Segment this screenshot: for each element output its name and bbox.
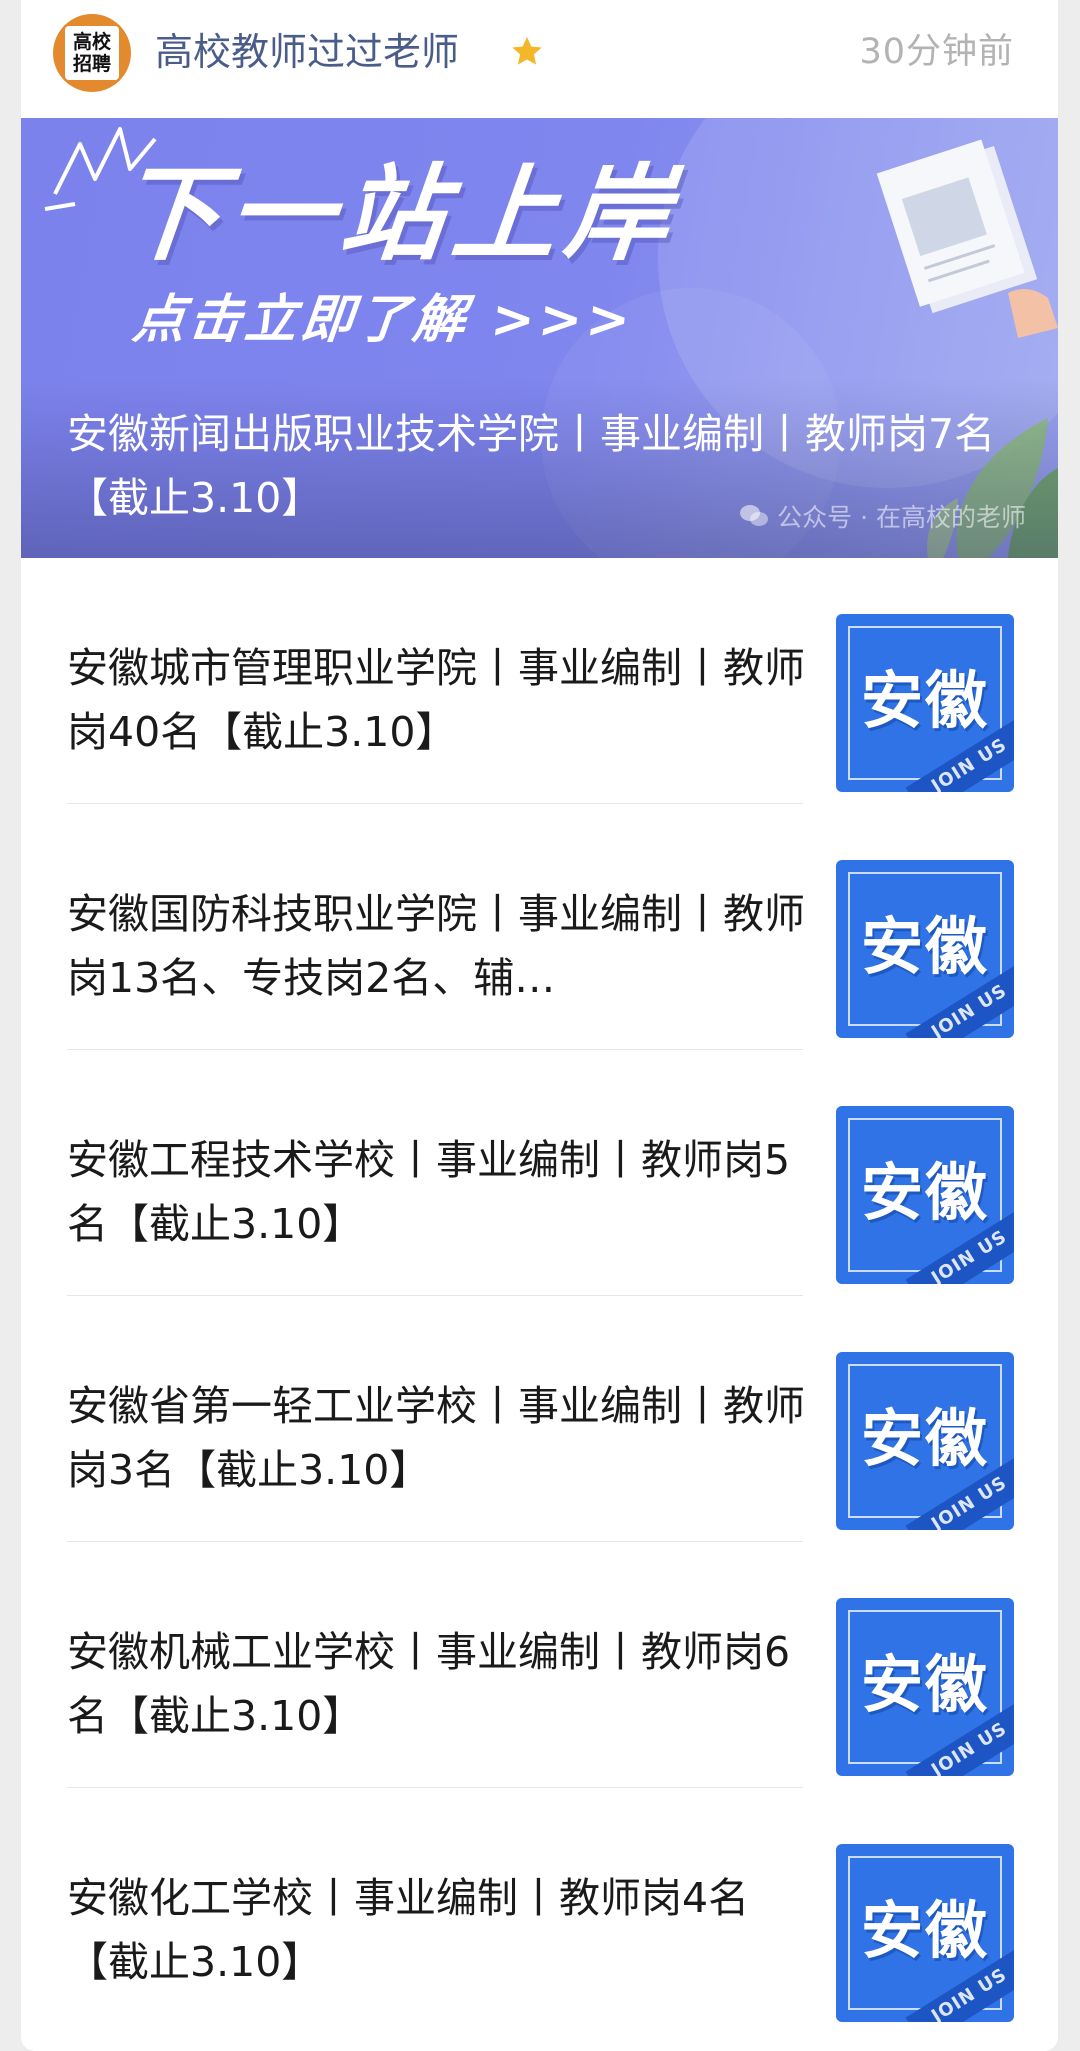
article-title[interactable]: 安徽省第一轻工业学校丨事业编制丨教师岗3名【截止3.10】 [67,1374,807,1502]
article-thumbnail[interactable]: 安徽 JOIN US [836,860,1014,1038]
article-list: 安徽城市管理职业学院丨事业编制丨教师岗40名【截止3.10】 安徽 JOIN U… [21,558,1058,2034]
list-item[interactable]: 安徽机械工业学校丨事业编制丨教师岗6名【截止3.10】 安徽 JOIN US [21,1542,1058,1788]
list-item[interactable]: 安徽省第一轻工业学校丨事业编制丨教师岗3名【截止3.10】 安徽 JOIN US [21,1296,1058,1542]
watermark: 公众号 · 在高校的老师 [739,498,1026,534]
thumbnail-text: 安徽 [860,910,989,983]
article-thumbnail[interactable]: 安徽 JOIN US [836,1844,1014,2022]
article-thumbnail[interactable]: 安徽 JOIN US [836,1352,1014,1530]
article-title[interactable]: 安徽工程技术学校丨事业编制丨教师岗5名【截止3.10】 [67,1128,807,1256]
thumbnail-text: 安徽 [860,1894,989,1967]
wechat-icon [740,505,769,526]
article-thumbnail[interactable]: 安徽 JOIN US [836,614,1014,792]
article-thumbnail[interactable]: 安徽 JOIN US [836,1106,1014,1284]
account-header[interactable]: 高校 招聘 高校教师过过老师 30分钟前 [21,0,1058,118]
article-thumbnail[interactable]: 安徽 JOIN US [836,1598,1014,1776]
article-title[interactable]: 安徽机械工业学校丨事业编制丨教师岗6名【截止3.10】 [67,1620,807,1748]
banner-cta: 点击立即了解 >>> [129,290,637,350]
list-item[interactable]: 安徽化工学校丨事业编制丨教师岗4名【截止3.10】 安徽 JOIN US [21,1788,1058,2034]
thumbnail-text: 安徽 [860,1156,989,1229]
star-icon [512,37,542,65]
article-title[interactable]: 安徽国防科技职业学院丨事业编制丨教师岗13名、专技岗2名、辅… [67,882,807,1010]
avatar-line-1: 高校 [72,31,111,53]
thumbnail-text: 安徽 [860,1402,989,1475]
list-item[interactable]: 安徽工程技术学校丨事业编制丨教师岗5名【截止3.10】 安徽 JOIN US [21,1050,1058,1296]
watermark-text: 公众号 · 在高校的老师 [777,503,1026,532]
account-name[interactable]: 高校教师过过老师 [155,26,459,78]
avatar[interactable]: 高校 招聘 [53,14,131,92]
article-card: 高校 招聘 高校教师过过老师 30分钟前 下一站上岸 点击立即了解 >>> 安徽… [21,0,1058,2051]
avatar-logo: 高校 招聘 [65,26,119,80]
thumbnail-text: 安徽 [860,1648,989,1721]
article-title[interactable]: 安徽化工学校丨事业编制丨教师岗4名【截止3.10】 [67,1866,807,1994]
list-item[interactable]: 安徽城市管理职业学院丨事业编制丨教师岗40名【截止3.10】 安徽 JOIN U… [21,558,1058,804]
document-illustration-icon [876,139,1058,338]
featured-article-banner[interactable]: 下一站上岸 点击立即了解 >>> 安徽新闻出版职业技术学院丨事业编制丨教师岗7名… [21,118,1058,558]
banner-headline: 下一站上岸 [110,153,684,275]
thumbnail-text: 安徽 [860,664,989,737]
article-title[interactable]: 安徽城市管理职业学院丨事业编制丨教师岗40名【截止3.10】 [67,636,807,764]
post-timestamp: 30分钟前 [859,32,1014,72]
avatar-line-2: 招聘 [72,53,111,75]
list-item[interactable]: 安徽国防科技职业学院丨事业编制丨教师岗13名、专技岗2名、辅… 安徽 JOIN … [21,804,1058,1050]
